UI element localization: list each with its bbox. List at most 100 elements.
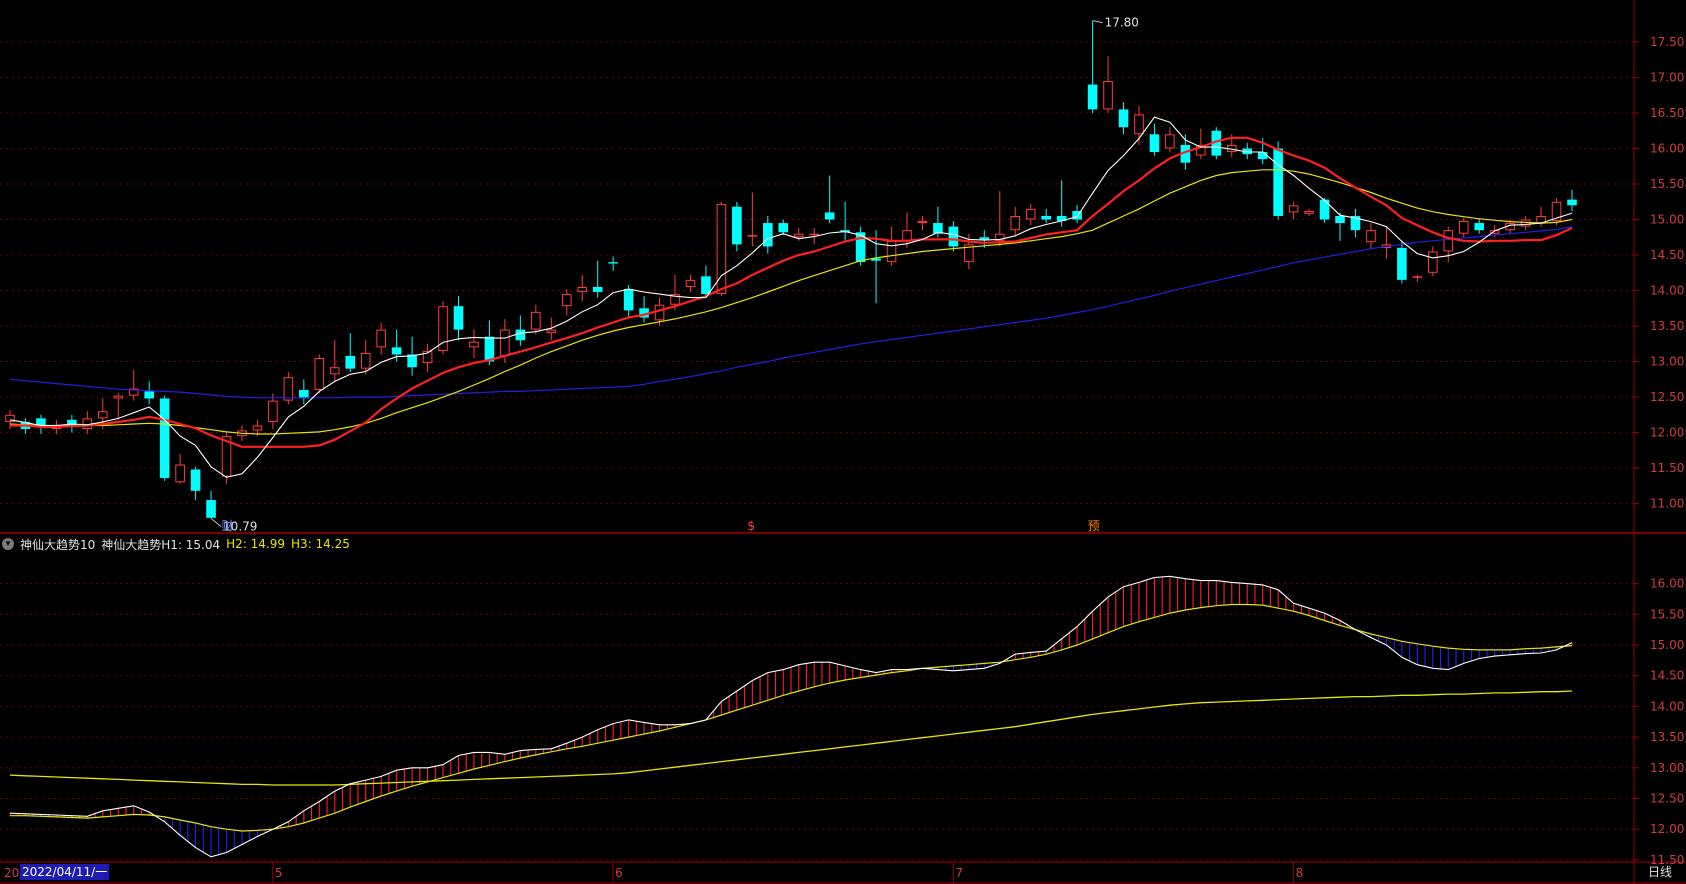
candle-body — [1087, 84, 1098, 110]
candle — [469, 329, 479, 358]
candle-body — [314, 358, 325, 390]
candle — [747, 192, 758, 247]
y-tick-label: 16.50 — [1650, 106, 1684, 120]
candle-body — [252, 425, 263, 431]
candle — [608, 256, 618, 271]
candle-body — [469, 341, 479, 348]
y-tick-label: 14.50 — [1650, 669, 1684, 683]
h1-line — [9, 575, 1573, 858]
y-tick-label: 13.00 — [1650, 355, 1684, 369]
candle-body — [685, 279, 696, 287]
candle — [1551, 198, 1562, 226]
candle — [206, 490, 216, 519]
candle-body — [1010, 215, 1021, 231]
candle — [1443, 226, 1454, 263]
main-y-axis: 11.00 11.50 12.00 12.50 13.00 13.50 14.00 14.50… — [1634, 35, 1684, 511]
candle — [128, 370, 139, 401]
candle — [917, 215, 928, 231]
candle-body — [283, 377, 294, 401]
x-year-prefix: 20 — [4, 866, 19, 880]
candle — [1041, 208, 1051, 224]
candle — [113, 392, 124, 420]
candle-body — [515, 329, 526, 341]
high-pointer — [1092, 20, 1103, 24]
candle-body — [1304, 210, 1314, 214]
candle-body — [1041, 215, 1051, 220]
trend-fill — [9, 576, 1573, 857]
current-date[interactable]: 2022/04/11/一 — [20, 864, 110, 880]
collapse-icon[interactable]: ▾ — [2, 538, 14, 550]
candle — [1165, 127, 1175, 153]
candle-body — [1474, 223, 1485, 231]
candle — [639, 296, 649, 323]
candlesticks[interactable] — [5, 20, 1577, 519]
month-label: 7 — [955, 866, 963, 880]
candle — [422, 343, 433, 373]
period-label[interactable]: 日线 — [1648, 864, 1672, 880]
candle-body — [824, 212, 835, 220]
candle-body — [1118, 109, 1129, 128]
candle-body — [561, 294, 572, 307]
candle — [299, 379, 309, 405]
candle-body — [1443, 230, 1454, 252]
indicator-h3: H3: 14.25 — [291, 537, 350, 551]
candle — [1567, 189, 1577, 211]
y-tick-label: 15.50 — [1650, 177, 1684, 191]
candle-body — [159, 398, 170, 479]
candle — [577, 274, 588, 302]
month-label: 8 — [1296, 866, 1304, 880]
candle-body — [206, 500, 216, 518]
indicator-legend: ▾ 神仙大趋势10 神仙大趋势H1: 15.04 H2: 14.99 H3: 1… — [2, 536, 350, 552]
candle-body — [747, 235, 758, 237]
candle — [345, 333, 356, 373]
candle-body — [592, 286, 603, 292]
candle-body — [763, 223, 773, 247]
h3-line — [9, 690, 1573, 786]
candle-body — [453, 306, 464, 330]
y-tick-label: 14.50 — [1650, 248, 1684, 262]
candle-body — [1025, 208, 1036, 220]
y-tick-label: 17.00 — [1650, 70, 1684, 84]
candle — [778, 219, 789, 236]
candle — [763, 215, 773, 254]
indicator-name: 神仙大趋势10 — [20, 537, 96, 552]
candle — [685, 274, 696, 292]
candle — [1366, 223, 1376, 248]
candle-body — [97, 411, 108, 419]
y-tick-label: 12.50 — [1650, 390, 1684, 404]
candle-body — [902, 230, 912, 241]
y-tick-label: 16.00 — [1650, 141, 1684, 155]
candle-body — [531, 311, 541, 330]
event-tag: $ — [747, 519, 755, 533]
moving-averages — [9, 116, 1573, 478]
candle-body — [1103, 81, 1113, 110]
candle — [1273, 141, 1283, 220]
candle — [561, 289, 572, 316]
y-tick-label: 11.50 — [1650, 461, 1684, 475]
candle — [453, 296, 464, 341]
ma20-line — [9, 169, 1573, 435]
candle — [1196, 128, 1206, 160]
y-tick-label: 14.00 — [1650, 284, 1684, 298]
candle — [144, 381, 154, 405]
event-tag: 预 — [1088, 519, 1100, 533]
ma5-line — [9, 116, 1573, 478]
candle — [376, 322, 386, 355]
candle-body — [979, 237, 990, 240]
candle-body — [268, 400, 278, 422]
candle-body — [190, 469, 201, 491]
candle — [824, 175, 835, 224]
stock-chart[interactable]: 11.00 11.50 12.00 12.50 13.00 13.50 14.00 14.50… — [0, 0, 1686, 884]
x-axis: 20 5 6 7 8 — [4, 862, 1303, 882]
candle — [329, 340, 340, 382]
candle-body — [1149, 134, 1160, 153]
candle — [1335, 212, 1345, 241]
candle-body — [376, 329, 386, 348]
h2-line — [10, 603, 1573, 832]
candle-body — [1567, 199, 1577, 206]
candle-body — [113, 395, 124, 399]
price-markers: 10.7917.80财 $ 预 — [210, 16, 1139, 534]
candle-body — [1165, 134, 1175, 149]
candle — [1025, 203, 1036, 226]
candle — [840, 201, 850, 241]
